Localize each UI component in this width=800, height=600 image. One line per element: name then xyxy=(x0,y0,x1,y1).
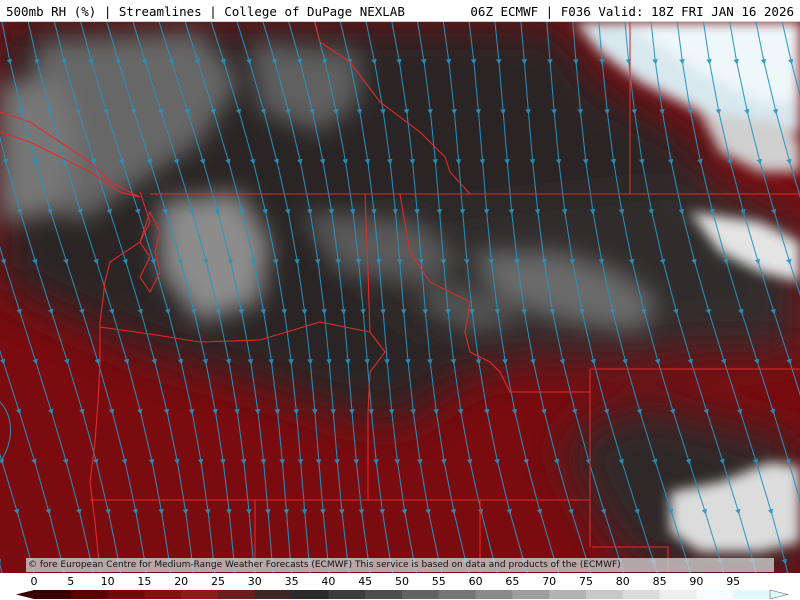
data-credit: © fore European Centre for Medium-Range … xyxy=(26,558,774,572)
colorbar-tick-label: 30 xyxy=(247,575,262,588)
colorbar-segment xyxy=(144,590,182,599)
colorbar-tick-label: 60 xyxy=(468,575,483,588)
colorbar-segment xyxy=(181,590,219,599)
colorbar-tick-label: 0 xyxy=(30,575,38,588)
colorbar-tick-label: 85 xyxy=(652,575,667,588)
colorbar-segment xyxy=(475,590,513,599)
colorbar-segment xyxy=(696,590,734,599)
colorbar-tick-label: 80 xyxy=(615,575,630,588)
colorbar-tick-label: 70 xyxy=(542,575,557,588)
colorbar-high-extend xyxy=(769,589,789,600)
colorbar xyxy=(16,589,789,600)
colorbar-tick-label: 40 xyxy=(321,575,336,588)
colorbar-segment xyxy=(622,590,661,599)
colorbar-segment xyxy=(328,590,366,599)
colorbar-low-extend xyxy=(16,590,34,599)
colorbar-tick-label: 55 xyxy=(431,575,446,588)
colorbar-segment xyxy=(402,590,440,599)
rh-streamline-map xyxy=(0,22,800,573)
colorbar-tick-label: 25 xyxy=(211,575,225,588)
colorbar-tick-label: 65 xyxy=(505,575,520,588)
map-panel xyxy=(0,22,800,573)
colorbar-tick-label: 95 xyxy=(726,575,741,588)
colorbar-segment xyxy=(291,590,329,599)
colorbar-segment xyxy=(107,590,145,599)
header-bar: 500mb RH (%) | Streamlines | College of … xyxy=(0,0,800,22)
colorbar-segment xyxy=(512,590,550,599)
colorbar-tick-label: 75 xyxy=(579,575,593,588)
colorbar-segment xyxy=(218,590,256,599)
colorbar-segment xyxy=(586,590,624,599)
product-title: 500mb RH (%) | Streamlines | College of … xyxy=(6,4,405,19)
colorbar-segment xyxy=(659,590,697,599)
colorbar-tick-label: 10 xyxy=(100,575,115,588)
colorbar-segment xyxy=(365,590,403,599)
colorbar-segment xyxy=(70,590,109,599)
colorbar-segment xyxy=(733,590,771,599)
colorbar-segment xyxy=(438,590,477,599)
colorbar-tick-label: 20 xyxy=(174,575,189,588)
colorbar-tick-label: 15 xyxy=(137,575,152,588)
colorbar-tick-label: 45 xyxy=(358,575,373,588)
colorbar-legend: 0 5 10 15 20 25 30 35 40 45 50 55 60 65 70 75 80 85 90 95 xyxy=(0,573,800,600)
run-valid-time: 06Z ECMWF | F036 Valid: 18Z FRI JAN 16 2… xyxy=(470,4,794,19)
colorbar-segment xyxy=(34,590,72,599)
colorbar-segment xyxy=(549,590,587,599)
colorbar-tick-label: 90 xyxy=(689,575,704,588)
colorbar-tick-label: 5 xyxy=(67,575,75,588)
colorbar-tick-label: 50 xyxy=(395,575,409,588)
colorbar-tick-label: 35 xyxy=(284,575,299,588)
colorbar-segment xyxy=(254,590,293,599)
